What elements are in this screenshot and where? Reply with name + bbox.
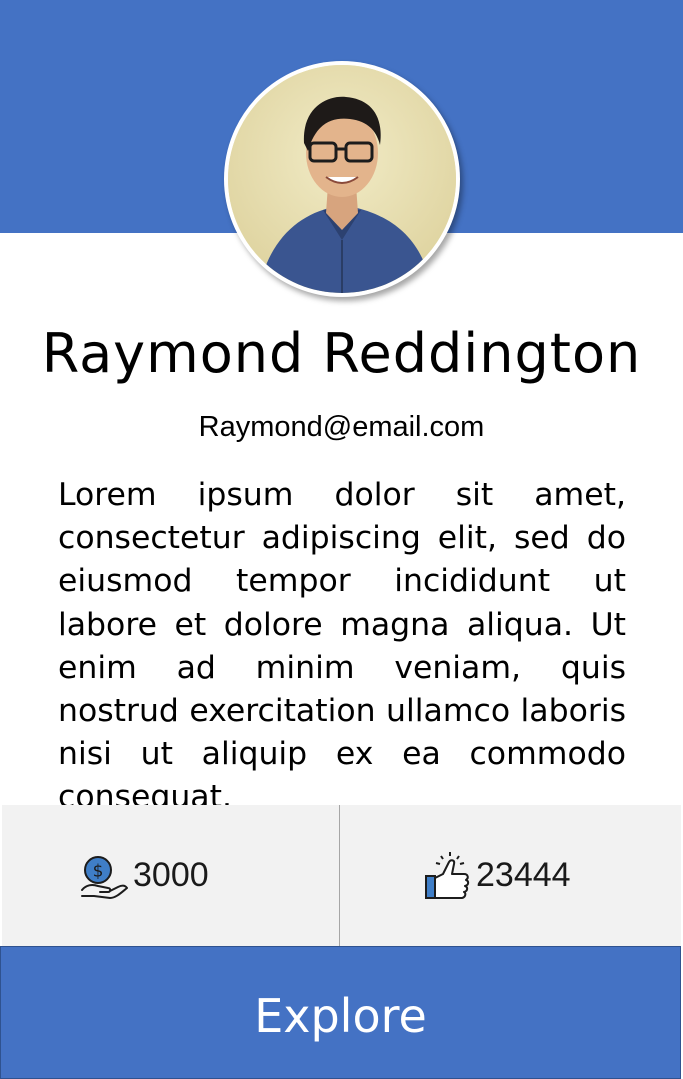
thumbs-up-icon: [425, 852, 470, 899]
person-photo-icon: [228, 65, 456, 293]
avatar: [224, 61, 460, 297]
profile-bio: Lorem ipsum dolor sit amet, consectetur …: [58, 477, 626, 816]
stat-money: $ 3000: [80, 845, 209, 905]
profile-card: Raymond Reddington Raymond@email.com Lor…: [0, 0, 683, 1079]
stat-money-value: 3000: [133, 855, 209, 894]
stat-likes-value: 23444: [476, 855, 571, 894]
stat-likes: 23444: [423, 845, 571, 905]
avatar-photo: [228, 65, 456, 293]
svg-text:$: $: [93, 862, 104, 882]
profile-name: Raymond Reddington: [41, 322, 642, 385]
explore-button[interactable]: Explore: [0, 946, 681, 1079]
stats-divider: [339, 805, 340, 946]
money-hand-icon: $: [81, 856, 128, 899]
profile-email: Raymond@email.com: [198, 411, 485, 443]
